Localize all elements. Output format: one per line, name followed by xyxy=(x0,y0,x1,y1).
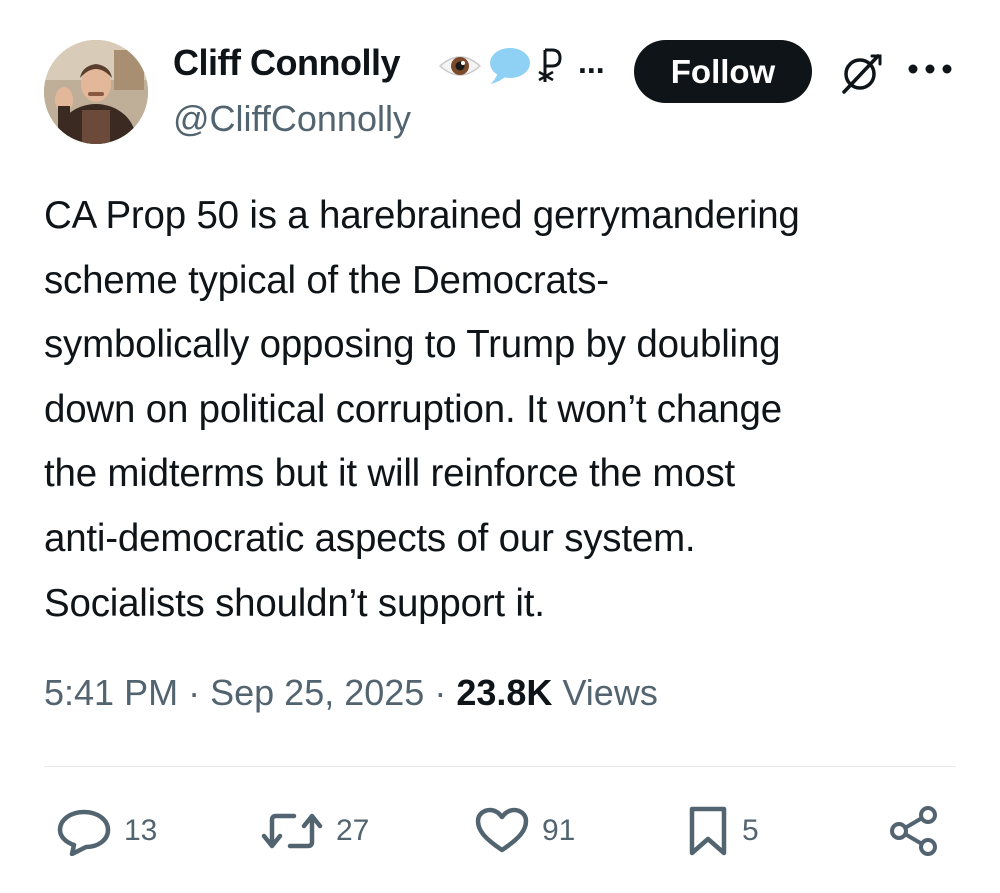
tweet-line: CA Prop 50 is a harebrained gerrymanderi… xyxy=(44,194,800,237)
speech-bubble-icon xyxy=(490,48,530,84)
reply-count: 13 xyxy=(124,814,158,847)
author-handle[interactable]: @CliffConnolly xyxy=(173,98,411,140)
repost-count: 27 xyxy=(336,814,370,847)
like-button[interactable]: 91 xyxy=(474,806,575,856)
reply-icon xyxy=(57,809,111,856)
avatar-photo xyxy=(44,40,148,144)
tweet-date[interactable]: Sep 25, 2025 xyxy=(210,672,424,713)
follow-button[interactable]: Follow xyxy=(634,40,812,103)
tweet-line: anti-democratic aspects of our system. xyxy=(44,516,696,560)
tweet-line: the midterms but it will reinforce the m… xyxy=(44,452,736,496)
reply-button[interactable]: 13 xyxy=(56,806,157,856)
bookmark-button[interactable]: 5 xyxy=(686,806,759,856)
tweet-line: Socialists shouldn’t support it. xyxy=(44,581,545,625)
chi-rho-icon xyxy=(538,48,562,82)
tweet-line: down on political corruption. It won’t c… xyxy=(44,387,782,431)
name-emoji-group xyxy=(438,46,566,86)
name-truncation: ... xyxy=(578,44,605,80)
author-name[interactable]: Cliff Connolly xyxy=(173,42,400,84)
eye-emoji-icon xyxy=(438,56,482,76)
share-button[interactable] xyxy=(888,806,940,856)
meta-separator: · xyxy=(434,672,447,713)
repost-button[interactable]: 27 xyxy=(260,806,369,856)
like-count: 91 xyxy=(542,814,576,847)
share-icon xyxy=(890,806,937,856)
views-label: Views xyxy=(562,672,658,713)
tweet-meta: 5:41 PM · Sep 25, 2025 · 23.8K Views xyxy=(44,672,658,714)
repost-icon xyxy=(261,813,323,849)
divider xyxy=(44,766,956,767)
tweet-text: CA Prop 50 is a harebrained gerrymanderi… xyxy=(44,184,964,636)
views-count: 23.8K xyxy=(456,672,553,713)
more-options-icon[interactable] xyxy=(905,54,955,84)
tweet-line: scheme typical of the Democrats- xyxy=(44,258,609,302)
meta-separator: · xyxy=(188,672,201,713)
grok-icon[interactable] xyxy=(836,50,886,96)
bookmark-icon xyxy=(689,806,727,856)
tweet-line: symbolically opposing to Trump by doubli… xyxy=(44,323,781,367)
tweet-time[interactable]: 5:41 PM xyxy=(44,672,178,713)
bookmark-count: 5 xyxy=(742,814,759,847)
author-avatar[interactable] xyxy=(44,40,148,144)
heart-icon xyxy=(475,807,529,853)
